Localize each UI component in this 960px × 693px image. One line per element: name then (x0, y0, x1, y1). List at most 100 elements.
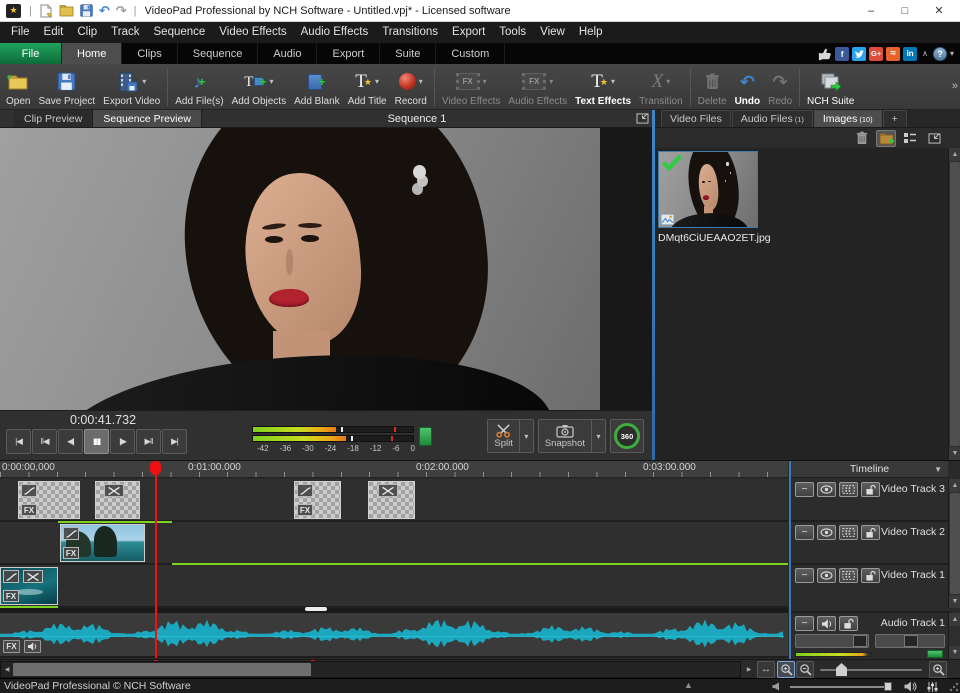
export-video-dropdown-icon[interactable]: ▾ (142, 77, 146, 86)
scroll-down-icon[interactable]: ▼ (949, 646, 960, 659)
audio-track-1-lane[interactable]: FX (0, 613, 788, 658)
tab-file[interactable]: File (0, 43, 62, 64)
timeline-clip[interactable]: FX (60, 524, 145, 562)
menu-help[interactable]: Help (572, 22, 610, 43)
menu-track[interactable]: Track (104, 22, 146, 43)
add-files-button[interactable]: ♪ + Add File(s) (171, 65, 227, 109)
speaker-icon[interactable] (903, 681, 917, 692)
add-objects-button[interactable]: T + ▾ Add Objects (228, 65, 290, 109)
track-mute-button[interactable] (817, 616, 836, 631)
menu-view[interactable]: View (533, 22, 572, 43)
scroll-left-icon[interactable]: ◀ (1, 663, 13, 676)
facebook-icon[interactable]: f (835, 47, 849, 61)
track-lock-button[interactable] (839, 616, 858, 631)
split-dropdown-icon[interactable]: ▾ (519, 420, 533, 452)
scroll-thumb[interactable] (950, 493, 960, 594)
new-project-icon[interactable] (39, 4, 53, 18)
help-icon[interactable]: ? (933, 47, 947, 61)
tab-export[interactable]: Export (317, 43, 380, 64)
tab-audio-files[interactable]: Audio Files(1) (732, 110, 813, 127)
menu-transitions[interactable]: Transitions (375, 22, 445, 43)
volume-thumb[interactable] (884, 682, 892, 691)
tab-clip-preview[interactable]: Clip Preview (14, 110, 93, 127)
audio-fx-badge[interactable]: FX (3, 640, 20, 653)
collapse-track-button[interactable]: − (795, 568, 814, 583)
track-lock-button[interactable] (861, 568, 880, 583)
zoom-fit-button[interactable]: ↔ (757, 661, 775, 678)
audio-clip-waveform[interactable] (0, 615, 784, 655)
redo-icon[interactable]: ↷ (116, 4, 127, 18)
save-project-icon[interactable] (80, 4, 93, 17)
menu-audio-effects[interactable]: Audio Effects (294, 22, 376, 43)
volume-min-icon[interactable] (772, 682, 780, 691)
split-button[interactable]: Split ▾ (487, 419, 533, 453)
bin-add-media-icon[interactable] (876, 130, 896, 147)
menu-clip[interactable]: Clip (70, 22, 104, 43)
add-bin-tab-button[interactable]: + (883, 110, 907, 127)
timeline-clip[interactable]: FX (18, 481, 80, 519)
collapse-ribbon-icon[interactable]: ∧ (922, 49, 928, 58)
zoom-in-button[interactable] (929, 661, 947, 678)
record-dropdown-icon[interactable]: ▾ (419, 77, 423, 86)
close-button[interactable]: ✕ (922, 4, 956, 17)
add-blank-button[interactable]: + Add Blank (290, 65, 344, 109)
snapshot-button[interactable]: Snapshot ▾ (538, 419, 606, 453)
open-button[interactable]: Open (2, 65, 34, 109)
track-resize-handle[interactable] (305, 607, 327, 611)
timeline-header[interactable]: Timeline ▼ (791, 461, 948, 478)
scroll-up-icon[interactable]: ▲ (949, 613, 960, 626)
maximize-button[interactable]: □ (888, 5, 922, 17)
track-lock-button[interactable] (861, 525, 880, 540)
like-icon[interactable] (818, 47, 832, 61)
scroll-right-icon[interactable]: ▶ (743, 663, 755, 676)
pause-button[interactable]: ▮▮ (84, 429, 109, 454)
collapse-track-button[interactable]: − (795, 616, 814, 631)
resize-grip[interactable] (949, 682, 959, 692)
bin-scrollbar[interactable]: ▲ ▼ (948, 148, 960, 460)
media-thumbnail[interactable] (658, 151, 758, 228)
tab-video-files[interactable]: Video Files (661, 110, 731, 127)
playhead-line[interactable] (155, 461, 157, 658)
menu-edit[interactable]: Edit (37, 22, 71, 43)
track-frames-button[interactable] (839, 525, 858, 540)
track-visibility-button[interactable] (817, 568, 836, 583)
playback-volume-slider[interactable] (790, 686, 890, 688)
scroll-down-icon[interactable]: ▼ (949, 595, 960, 608)
zoom-out-button[interactable] (796, 661, 814, 678)
panel-toggle-icon[interactable]: ▲ (684, 680, 693, 690)
nch-suite-button[interactable]: NCH Suite (803, 65, 858, 109)
tab-images[interactable]: Images(10) (814, 110, 882, 127)
tab-sequence-preview[interactable]: Sequence Preview (93, 110, 202, 127)
tab-sequence[interactable]: Sequence (178, 43, 259, 64)
track-volume-slider[interactable] (795, 634, 869, 648)
timeline-dropdown-icon[interactable]: ▼ (934, 465, 942, 474)
go-to-start-button[interactable]: |◀ (6, 429, 31, 454)
scroll-up-icon[interactable]: ▲ (949, 479, 960, 492)
bin-scroll-thumb[interactable] (950, 162, 960, 446)
help-dropdown-icon[interactable]: ▾ (950, 49, 954, 58)
step-forward-button[interactable]: |▶ (110, 429, 135, 454)
go-to-end-button[interactable]: ▶| (162, 429, 187, 454)
tab-clips[interactable]: Clips (122, 43, 177, 64)
add-objects-dropdown-icon[interactable]: ▾ (269, 77, 273, 86)
bin-list-view-icon[interactable] (900, 130, 920, 147)
menu-video-effects[interactable]: Video Effects (212, 22, 293, 43)
record-button[interactable]: ▾ Record (391, 65, 431, 109)
menu-file[interactable]: File (4, 22, 37, 43)
tab-custom[interactable]: Custom (436, 43, 505, 64)
audio-speaker-badge[interactable] (24, 640, 41, 653)
minimize-button[interactable]: – (854, 5, 888, 17)
export-video-button[interactable]: ▾ Export Video (99, 65, 164, 109)
timeline-clip[interactable]: FX (294, 481, 341, 519)
nch-icon[interactable]: ≈ (886, 47, 900, 61)
menu-tools[interactable]: Tools (492, 22, 533, 43)
audio-tracks-scrollbar[interactable]: ▲ ▼ (948, 613, 960, 659)
menu-export[interactable]: Export (445, 22, 492, 43)
snapshot-dropdown-icon[interactable]: ▾ (591, 420, 605, 452)
collapse-track-button[interactable]: − (795, 482, 814, 497)
track-lock-button[interactable] (861, 482, 880, 497)
menu-sequence[interactable]: Sequence (147, 22, 213, 43)
scroll-down-icon[interactable]: ▼ (949, 447, 960, 460)
undo-button[interactable]: ↶ Undo (731, 65, 765, 109)
next-clip-button[interactable]: ▶‖ (136, 429, 161, 454)
